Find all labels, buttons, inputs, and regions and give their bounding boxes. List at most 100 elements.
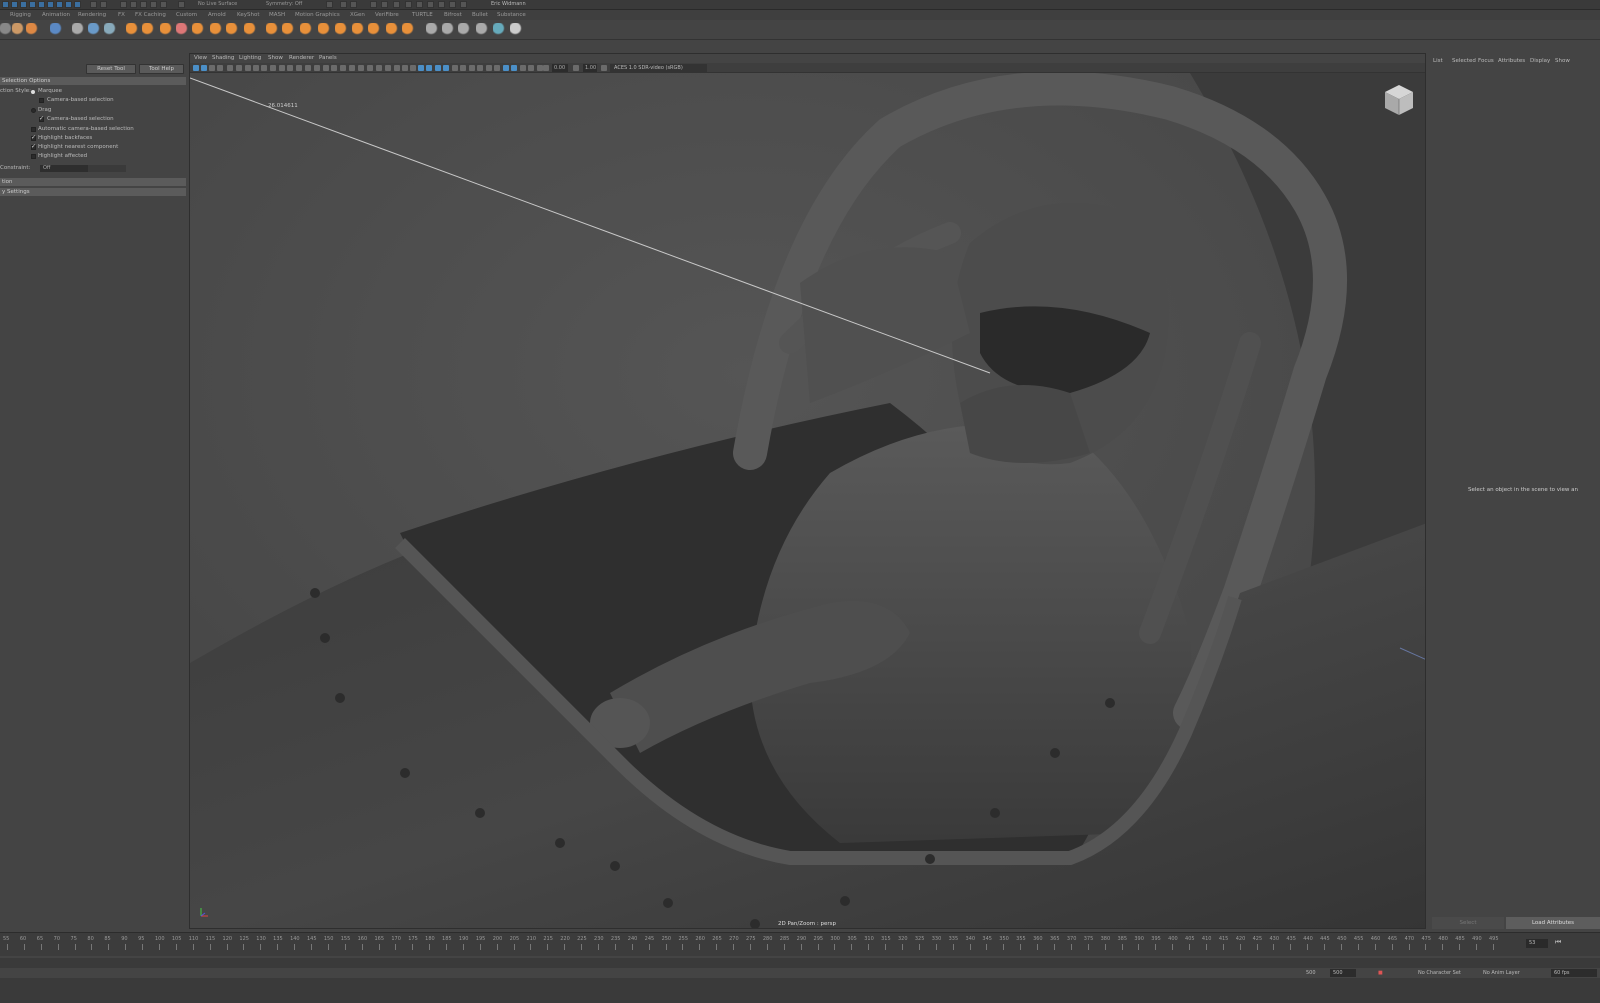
shelf-tab-fx[interactable]: FX xyxy=(118,12,125,18)
viewport-tool-icon[interactable] xyxy=(410,65,416,71)
viewport-tool-icon[interactable] xyxy=(193,65,199,71)
viewport-tool-icon[interactable] xyxy=(543,65,549,71)
menu-shading[interactable]: Shading xyxy=(212,55,234,61)
shelf-tool-icon[interactable] xyxy=(368,23,381,36)
render-icon[interactable] xyxy=(370,1,377,8)
shelf-tab-bifrost[interactable]: Bifrost xyxy=(444,12,462,18)
mode-icon[interactable] xyxy=(47,1,54,8)
shelf-tab-substance[interactable]: Substance xyxy=(497,12,526,18)
tool-help-button[interactable]: Tool Help xyxy=(139,64,184,74)
section-header-3[interactable]: y Settings xyxy=(0,188,186,196)
shelf-tool-icon[interactable] xyxy=(402,23,415,36)
viewport-tool-icon[interactable] xyxy=(385,65,391,71)
render-icon[interactable] xyxy=(460,1,467,8)
anim-layer-dropdown[interactable]: No Anim Layer xyxy=(1483,970,1520,976)
render-icon[interactable] xyxy=(449,1,456,8)
shelf-tool-icon[interactable] xyxy=(442,23,455,36)
viewport-tool-icon[interactable] xyxy=(279,65,285,71)
viewport-tool-icon[interactable] xyxy=(486,65,492,71)
shelf-tool-icon[interactable] xyxy=(386,23,399,36)
time-slider[interactable]: 53 ⏮ 55 60 65 70 75 80 85 90 95 100 105 110 115 120 12… xyxy=(0,932,1600,956)
highlight-nearest-checkbox[interactable] xyxy=(31,143,36,150)
viewport-tool-icon[interactable] xyxy=(261,65,267,71)
highlight-backfaces-checkbox[interactable] xyxy=(31,134,36,141)
viewport-tool-icon[interactable] xyxy=(601,65,607,71)
viewport-tool-icon[interactable] xyxy=(418,65,424,71)
menu-panels[interactable]: Panels xyxy=(319,55,337,61)
mode-icon[interactable] xyxy=(11,1,18,8)
tab-selected[interactable]: Selected xyxy=(1452,58,1476,64)
camera-based-checkbox-2[interactable] xyxy=(39,115,44,122)
viewport-tool-icon[interactable] xyxy=(511,65,517,71)
shelf-tab-fx-caching[interactable]: FX Caching xyxy=(135,12,166,18)
render-icon[interactable] xyxy=(416,1,423,8)
load-attributes-button[interactable]: Load Attributes xyxy=(1506,917,1600,929)
shelf-tab-mash[interactable]: MASH xyxy=(269,12,285,18)
mode-icon[interactable] xyxy=(74,1,81,8)
live-surface-label[interactable]: No Live Surface xyxy=(198,1,237,8)
viewport-tool-icon[interactable] xyxy=(331,65,337,71)
viewport-tool-icon[interactable] xyxy=(236,65,242,71)
reset-tool-button[interactable]: Reset Tool xyxy=(86,64,136,74)
current-frame-field[interactable]: 53 xyxy=(1526,939,1548,948)
cockpit-3d-model[interactable] xyxy=(190,73,1426,929)
viewport-tool-icon[interactable] xyxy=(435,65,441,71)
highlight-affected-checkbox[interactable] xyxy=(31,154,36,159)
snap-icon[interactable] xyxy=(150,1,157,8)
viewport-tool-icon[interactable] xyxy=(314,65,320,71)
mode-icon[interactable] xyxy=(2,1,9,8)
viewport-tool-icon[interactable] xyxy=(452,65,458,71)
character-set-dropdown[interactable]: No Character Set xyxy=(1418,970,1461,976)
shelf-tool-icon[interactable] xyxy=(476,23,489,36)
viewport-tool-icon[interactable] xyxy=(469,65,475,71)
constraint-dropdown[interactable]: Off xyxy=(40,165,88,172)
automatic-camera-checkbox[interactable] xyxy=(31,127,36,132)
viewport-tool-icon[interactable] xyxy=(209,65,215,71)
viewport-tool-icon[interactable] xyxy=(201,65,207,71)
exposure-field[interactable]: 0.00 xyxy=(552,64,568,72)
render-icon[interactable] xyxy=(427,1,434,8)
tab-show[interactable]: Show xyxy=(1555,58,1570,64)
snap-icon[interactable] xyxy=(160,1,167,8)
shelf-tool-icon[interactable] xyxy=(510,23,523,36)
render-icon[interactable] xyxy=(405,1,412,8)
tab-list[interactable]: List xyxy=(1433,58,1443,64)
select-button[interactable]: Select xyxy=(1432,917,1504,929)
tab-attributes[interactable]: Attributes xyxy=(1498,58,1525,64)
shelf-tool-icon[interactable] xyxy=(176,23,189,36)
shelf-tab-rigging[interactable]: Rigging xyxy=(10,12,31,18)
viewport-tool-icon[interactable] xyxy=(227,65,233,71)
render-icon[interactable] xyxy=(438,1,445,8)
snap-icon[interactable] xyxy=(100,1,107,8)
tab-display[interactable]: Display xyxy=(1530,58,1550,64)
tab-focus[interactable]: Focus xyxy=(1478,58,1494,64)
shelf-tool-icon[interactable] xyxy=(493,23,506,36)
viewport-tool-icon[interactable] xyxy=(477,65,483,71)
viewport-panel[interactable]: View Shading Lighting Show Renderer Pane… xyxy=(189,53,1426,929)
snap-icon[interactable] xyxy=(90,1,97,8)
shelf-tool-icon[interactable] xyxy=(282,23,295,36)
shelf-tool-icon[interactable] xyxy=(72,23,85,36)
viewport-tool-icon[interactable] xyxy=(520,65,526,71)
selection-options-header[interactable]: Selection Options xyxy=(0,77,186,85)
mode-icon[interactable] xyxy=(29,1,36,8)
menu-view[interactable]: View xyxy=(194,55,207,61)
shelf-tool-icon[interactable] xyxy=(50,23,63,36)
viewport-tool-icon[interactable] xyxy=(460,65,466,71)
shelf-tool-icon[interactable] xyxy=(426,23,439,36)
shelf-tab-xgen[interactable]: XGen xyxy=(350,12,365,18)
menu-renderer[interactable]: Renderer xyxy=(289,55,314,61)
shelf-tool-icon[interactable] xyxy=(88,23,101,36)
command-line-strip[interactable] xyxy=(0,978,1600,988)
viewport-tool-icon[interactable] xyxy=(296,65,302,71)
mode-icon[interactable] xyxy=(65,1,72,8)
viewport-tool-icon[interactable] xyxy=(503,65,509,71)
viewport-tool-icon[interactable] xyxy=(323,65,329,71)
snap-icon[interactable] xyxy=(120,1,127,8)
shelf-tool-icon[interactable] xyxy=(244,23,257,36)
fps-dropdown[interactable]: 60 fps xyxy=(1551,969,1597,977)
constraint-value-field[interactable] xyxy=(88,165,126,172)
shelf-tab-custom[interactable]: Custom xyxy=(176,12,197,18)
range-slider[interactable] xyxy=(0,958,1600,968)
command-line[interactable] xyxy=(0,978,1600,1003)
